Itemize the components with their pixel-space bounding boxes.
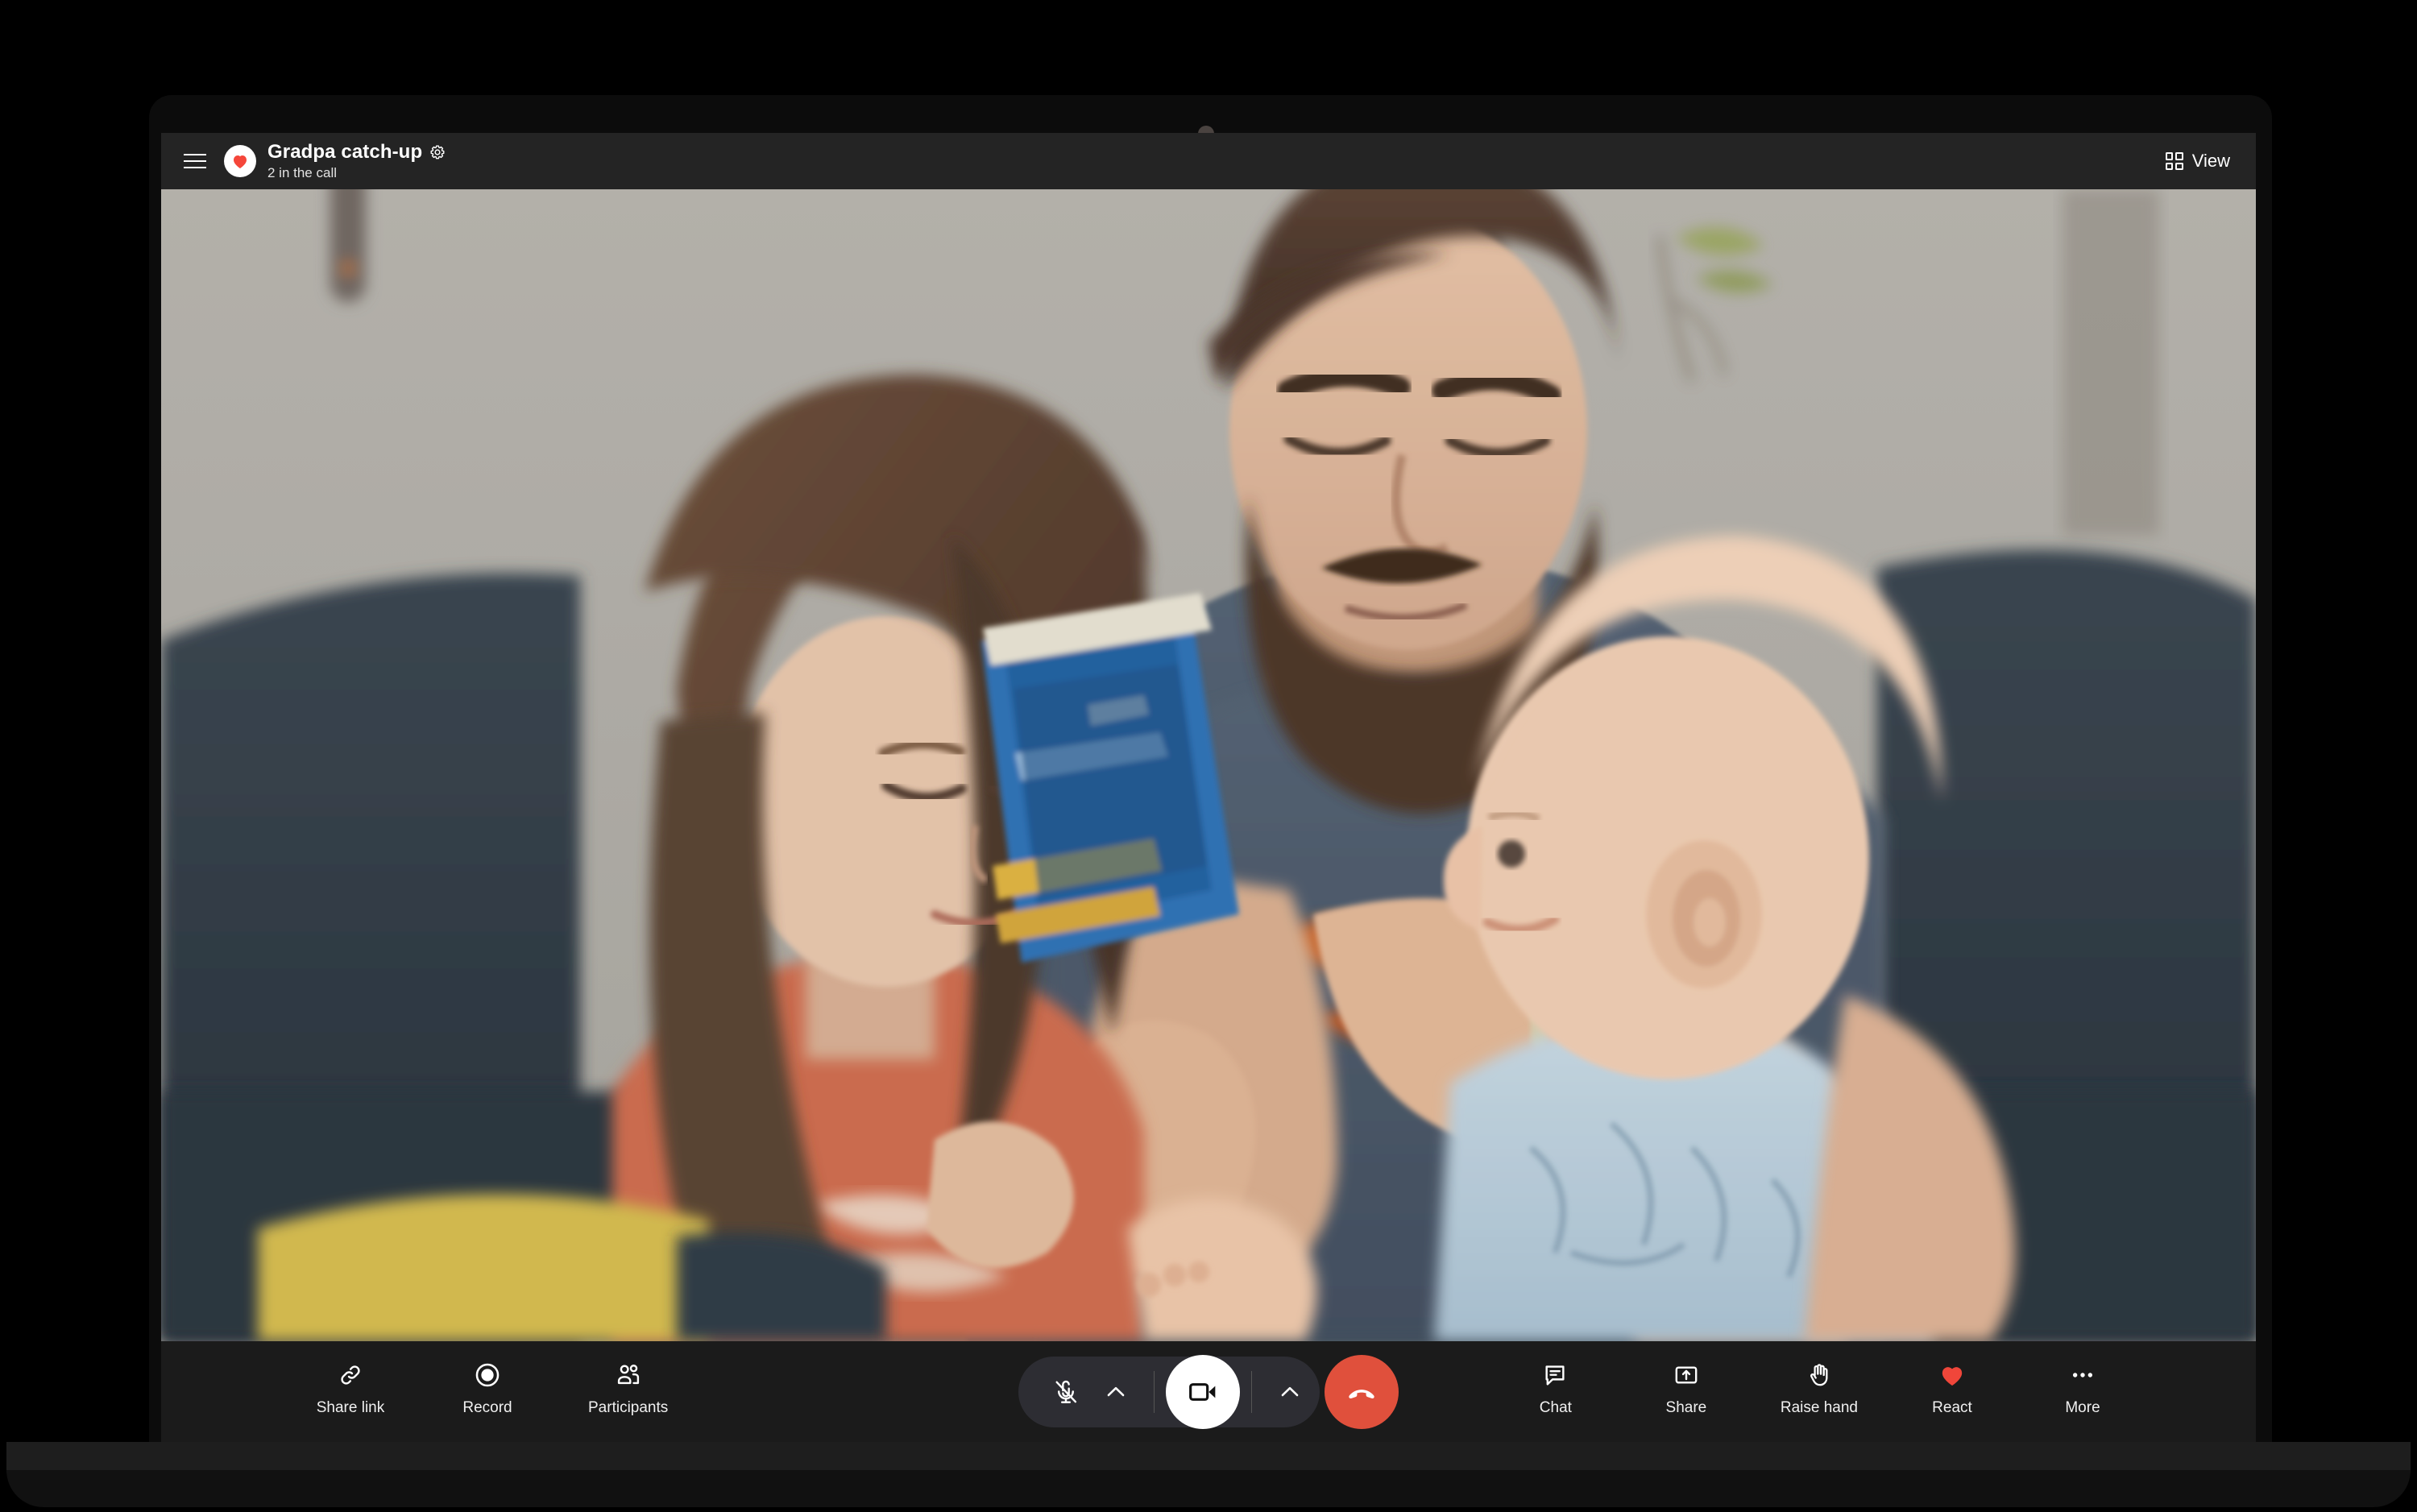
participant-count: 2 in the call bbox=[267, 164, 337, 180]
more-dots-icon bbox=[2072, 1373, 2093, 1377]
chevron-up-icon bbox=[1281, 1386, 1299, 1396]
microphone-muted-icon bbox=[1055, 1380, 1077, 1403]
share-screen-button[interactable]: Share bbox=[1650, 1361, 1723, 1422]
laptop-base-lower bbox=[6, 1470, 2411, 1507]
center-control-group bbox=[1018, 1354, 1399, 1429]
camera-icon bbox=[1189, 1382, 1216, 1401]
av-control-pill bbox=[1018, 1354, 1320, 1429]
share-link-button[interactable]: Share link bbox=[314, 1361, 387, 1422]
view-button-label: View bbox=[2191, 151, 2230, 171]
right-control-group: Chat Share Raise hand React More bbox=[1519, 1341, 2119, 1442]
end-call-icon bbox=[1349, 1389, 1374, 1398]
pill-divider-left bbox=[1154, 1370, 1155, 1413]
react-label: React bbox=[1932, 1399, 1972, 1416]
gear-icon[interactable] bbox=[429, 144, 446, 160]
laptop-base-upper bbox=[6, 1442, 2411, 1473]
participants-button[interactable]: Participants bbox=[588, 1361, 668, 1422]
call-title: Gradpa catch-up bbox=[267, 141, 423, 164]
react-button[interactable]: React bbox=[1916, 1361, 1988, 1422]
more-label: More bbox=[2065, 1399, 2100, 1416]
raise-hand-icon bbox=[1810, 1364, 1828, 1386]
end-call-button[interactable] bbox=[1325, 1354, 1399, 1429]
mic-options-button[interactable] bbox=[1092, 1369, 1139, 1415]
link-icon bbox=[341, 1365, 360, 1385]
pill-divider-right bbox=[1251, 1370, 1252, 1413]
call-header: Gradpa catch-up 2 in the call View bbox=[161, 133, 2256, 189]
view-button[interactable]: View bbox=[2162, 146, 2233, 176]
call-control-bar: Share link Record Participants Chat Shar… bbox=[161, 1341, 2256, 1442]
chat-bubble-icon bbox=[1545, 1365, 1565, 1386]
record-label: Record bbox=[462, 1399, 512, 1416]
participants-icon bbox=[617, 1365, 639, 1385]
microphone-muted-button[interactable] bbox=[1043, 1369, 1089, 1415]
raise-hand-button[interactable]: Raise hand bbox=[1781, 1361, 1858, 1422]
chat-button[interactable]: Chat bbox=[1519, 1361, 1592, 1422]
hamburger-menu-icon[interactable] bbox=[184, 147, 211, 175]
camera-options-button[interactable] bbox=[1267, 1369, 1313, 1415]
participants-label: Participants bbox=[588, 1399, 669, 1416]
chevron-up-icon bbox=[1107, 1386, 1125, 1396]
raise-hand-label: Raise hand bbox=[1780, 1399, 1858, 1416]
share-label: Share bbox=[1665, 1399, 1707, 1416]
video-scene bbox=[161, 189, 2256, 1341]
chat-label: Chat bbox=[1539, 1399, 1572, 1416]
camera-button[interactable] bbox=[1166, 1354, 1240, 1429]
more-button[interactable]: More bbox=[2046, 1361, 2119, 1422]
call-info: Gradpa catch-up 2 in the call bbox=[267, 141, 446, 180]
share-screen-icon bbox=[1675, 1366, 1698, 1384]
share-link-label: Share link bbox=[316, 1399, 385, 1416]
video-call-app: Gradpa catch-up 2 in the call View Share… bbox=[161, 133, 2256, 1442]
left-control-group: Share link Record Participants bbox=[314, 1341, 668, 1442]
record-icon bbox=[475, 1363, 500, 1387]
grid-view-icon bbox=[2165, 152, 2183, 170]
heart-icon bbox=[1942, 1367, 1963, 1386]
heart-avatar bbox=[224, 145, 256, 177]
video-feed[interactable] bbox=[161, 189, 2256, 1341]
record-button[interactable]: Record bbox=[451, 1361, 524, 1422]
